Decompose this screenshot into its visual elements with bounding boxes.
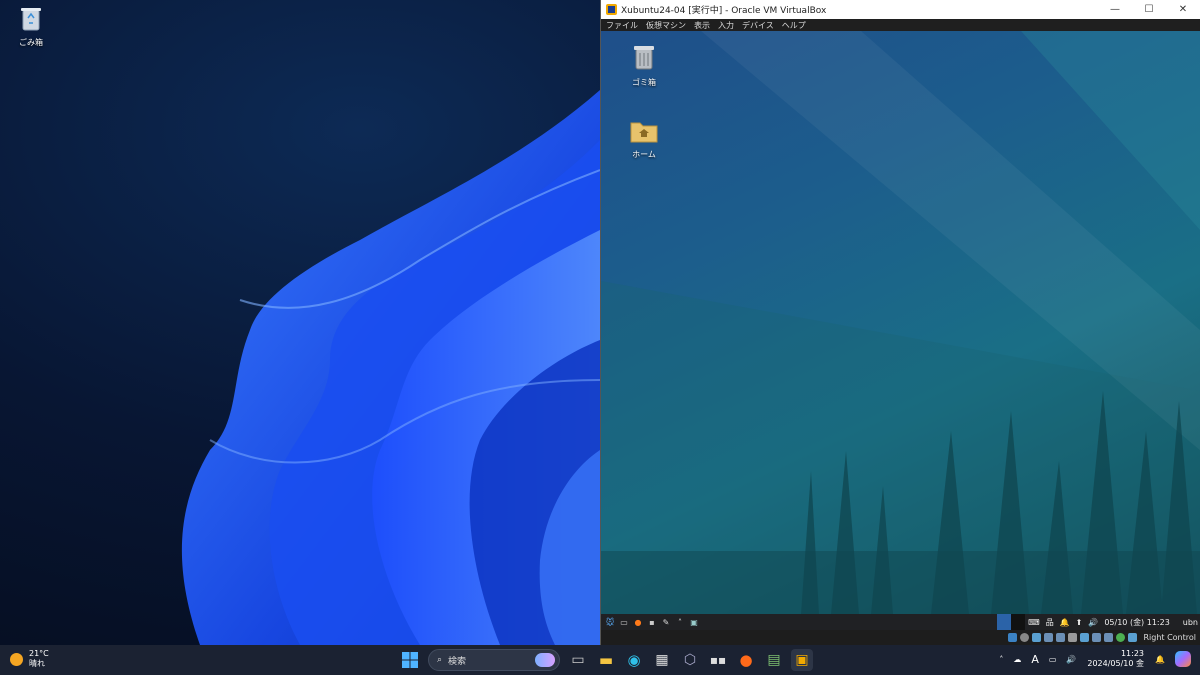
update-icon[interactable]: ⬆ bbox=[1076, 618, 1083, 627]
hdd-status-icon[interactable] bbox=[1008, 633, 1018, 642]
trash-icon bbox=[634, 46, 654, 70]
virtualbox-app-icon bbox=[606, 4, 617, 15]
panel-user[interactable]: ubn bbox=[1183, 618, 1198, 627]
volume-icon[interactable]: 🔊 bbox=[1066, 655, 1076, 664]
task-view-icon[interactable]: ▭ bbox=[567, 649, 589, 671]
virtualbox-running-icon[interactable]: ▣ bbox=[791, 649, 813, 671]
volume-icon[interactable]: 🔊 bbox=[1088, 618, 1098, 627]
shared-folder-icon[interactable] bbox=[1068, 633, 1078, 642]
minimize-button[interactable]: — bbox=[1098, 0, 1132, 19]
text-editor-icon[interactable]: ✎ bbox=[661, 617, 671, 627]
sun-icon bbox=[10, 652, 23, 666]
onedrive-icon[interactable]: ☁ bbox=[1013, 655, 1021, 664]
vt-status-icon[interactable] bbox=[1116, 633, 1126, 642]
keyboard-icon[interactable]: ⌨ bbox=[1028, 618, 1040, 627]
firefox-icon[interactable]: ● bbox=[633, 617, 643, 627]
audio-status-icon[interactable] bbox=[1032, 633, 1042, 642]
menu-view[interactable]: 表示 bbox=[694, 20, 710, 31]
notification-bell-icon[interactable]: 🔔 bbox=[1060, 618, 1070, 627]
virtualbox-manager-icon[interactable]: ⬡ bbox=[679, 649, 701, 671]
windows-taskbar: 21°C 晴れ ⌕ 検索 ▭ ▬ ◉ ▦ ⬡ ▪▪ ● ▤ ▣ ˄ ☁ A ▭ … bbox=[0, 645, 1200, 675]
weather-temperature: 21°C bbox=[29, 649, 49, 658]
maximize-button[interactable]: ☐ bbox=[1132, 0, 1166, 19]
taskbar-search[interactable]: ⌕ 検索 bbox=[428, 649, 560, 671]
virtualbox-window[interactable]: Xubuntu24-04 [実行中] - Oracle VM VirtualBo… bbox=[600, 0, 1200, 645]
windows-bloom-wallpaper bbox=[181, 90, 600, 645]
chevron-up-icon[interactable]: ˄ bbox=[675, 617, 685, 627]
display-icon[interactable]: ▭ bbox=[1049, 655, 1057, 664]
menu-file[interactable]: ファイル bbox=[606, 20, 638, 31]
store-icon[interactable]: ▦ bbox=[651, 649, 673, 671]
display-icon[interactable]: ▣ bbox=[689, 617, 699, 627]
menu-devices[interactable]: デバイス bbox=[742, 20, 774, 31]
panel-clock[interactable]: 05/10 (金) 11:23 bbox=[1104, 617, 1169, 628]
home-folder-icon bbox=[630, 122, 658, 143]
menu-machine[interactable]: 仮想マシン bbox=[646, 20, 686, 31]
network-icon[interactable]: 品 bbox=[1046, 617, 1054, 628]
cpu-status-icon[interactable] bbox=[1104, 633, 1114, 642]
vm-display[interactable]: ゴミ箱 ホーム bbox=[601, 31, 1200, 614]
vm-icon-label: ホーム bbox=[632, 150, 656, 159]
weather-condition: 晴れ bbox=[29, 659, 45, 668]
mouse-integration-icon[interactable] bbox=[1128, 633, 1138, 642]
edge-icon[interactable]: ◉ bbox=[623, 649, 645, 671]
optical-drive-icon[interactable] bbox=[1020, 633, 1030, 642]
search-placeholder: 検索 bbox=[448, 656, 467, 667]
firefox-icon[interactable]: ● bbox=[735, 649, 757, 671]
search-icon: ⌕ bbox=[437, 655, 443, 665]
menu-help[interactable]: ヘルプ bbox=[782, 20, 806, 31]
notification-bell-icon[interactable]: 🔔 bbox=[1155, 655, 1165, 664]
chevron-up-icon[interactable]: ˄ bbox=[999, 655, 1003, 664]
notepad-icon[interactable]: ▤ bbox=[763, 649, 785, 671]
copilot-icon[interactable] bbox=[1175, 651, 1191, 667]
xfce-panel: 🐭 ▭ ● ▪ ✎ ˄ ▣ ⌨ 品 🔔 ⬆ 🔊 05/10 (金) 11:23 … bbox=[601, 614, 1200, 630]
host-key-label: Right Control bbox=[1143, 633, 1196, 642]
clock-time: 11:23 bbox=[1120, 649, 1145, 658]
recording-status-icon[interactable] bbox=[1092, 633, 1102, 642]
display-status-icon[interactable] bbox=[1080, 633, 1090, 642]
network-status-icon[interactable] bbox=[1044, 633, 1054, 642]
xfce-menu-icon[interactable]: 🐭 bbox=[605, 617, 615, 627]
desktop-icon-recycle-bin[interactable]: ごみ箱 bbox=[1, 6, 61, 48]
vm-icon-label: ゴミ箱 bbox=[632, 78, 656, 87]
file-explorer-icon[interactable]: ▬ bbox=[595, 649, 617, 671]
vbox-title-bar[interactable]: Xubuntu24-04 [実行中] - Oracle VM VirtualBo… bbox=[601, 0, 1200, 19]
windows-logo-icon bbox=[402, 652, 418, 668]
xubuntu-wallpaper bbox=[601, 31, 1200, 614]
workspace-1[interactable] bbox=[997, 614, 1012, 630]
close-button[interactable]: ✕ bbox=[1166, 0, 1200, 19]
vm-preview-icon[interactable]: ▪▪ bbox=[707, 649, 729, 671]
menu-input[interactable]: 入力 bbox=[718, 20, 734, 31]
system-tray: ˄ ☁ A ▭ 🔊 11:23 2024/05/10 金 🔔 bbox=[994, 649, 1196, 669]
vm-desktop-icon-trash[interactable]: ゴミ箱 bbox=[614, 45, 674, 88]
vbox-menu-bar: ファイル 仮想マシン 表示 入力 デバイス ヘルプ bbox=[601, 19, 1200, 31]
workspace-2[interactable] bbox=[1011, 614, 1026, 630]
vbox-status-bar: Right Control bbox=[601, 630, 1200, 645]
weather-widget[interactable]: 21°C 晴れ bbox=[10, 649, 49, 669]
desktop-icon-label: ごみ箱 bbox=[19, 38, 43, 47]
search-highlight-icon bbox=[535, 653, 555, 667]
vm-desktop-icon-home[interactable]: ホーム bbox=[614, 119, 674, 160]
ime-indicator[interactable]: A bbox=[1031, 653, 1039, 666]
clock-date: 2024/05/10 金 bbox=[1087, 659, 1145, 668]
taskbar-clock[interactable]: 11:23 2024/05/10 金 bbox=[1087, 649, 1144, 669]
vbox-window-title: Xubuntu24-04 [実行中] - Oracle VM VirtualBo… bbox=[621, 6, 827, 16]
terminal-icon[interactable]: ▪ bbox=[647, 617, 657, 627]
file-manager-icon[interactable]: ▭ bbox=[619, 617, 629, 627]
start-button[interactable] bbox=[399, 649, 421, 671]
recycle-bin-icon bbox=[21, 8, 41, 31]
usb-status-icon[interactable] bbox=[1056, 633, 1066, 642]
